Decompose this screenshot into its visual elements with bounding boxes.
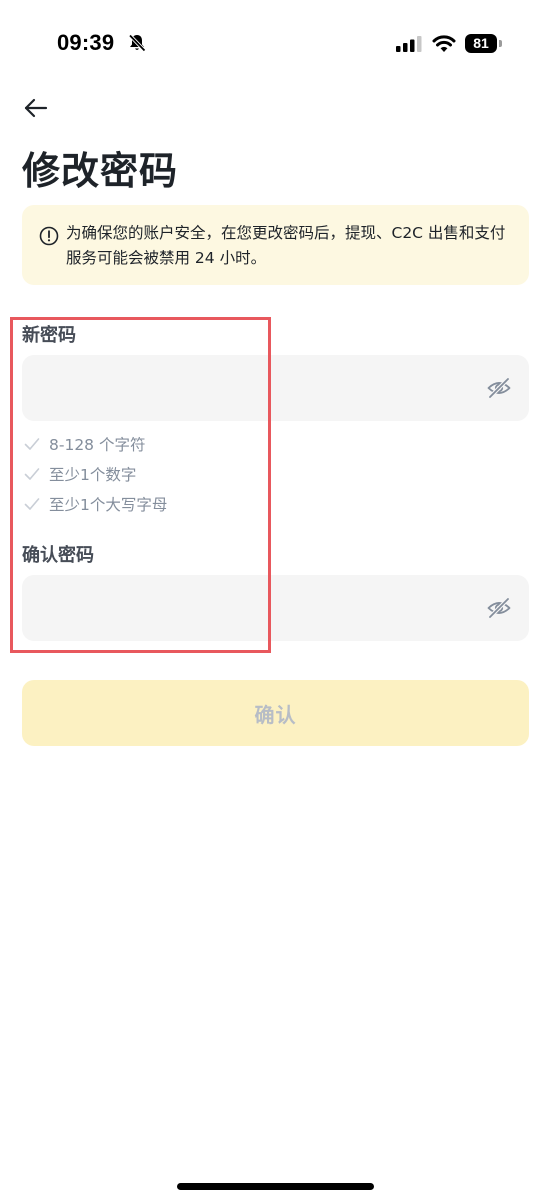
confirm-password-label: 确认密码 (22, 545, 94, 566)
rule-text: 至少1个数字 (49, 466, 137, 484)
page-title: 修改密码 (22, 149, 179, 193)
check-icon (24, 438, 40, 450)
rule-uppercase: 至少1个大写字母 (24, 492, 167, 516)
security-notice: 为确保您的账户安全，在您更改密码后，提现、C2C 出售和支付服务可能会被禁用 2… (22, 205, 529, 285)
notice-text: 为确保您的账户安全，在您更改密码后，提现、C2C 出售和支付服务可能会被禁用 2… (66, 224, 506, 267)
battery-level: 81 (465, 34, 497, 53)
arrow-left-icon[interactable] (22, 94, 50, 122)
confirm-password-input[interactable] (38, 575, 482, 643)
wifi-icon (432, 35, 456, 52)
rule-digit: 至少1个数字 (24, 462, 136, 486)
check-icon (24, 468, 40, 480)
rule-text: 至少1个大写字母 (49, 496, 168, 514)
signal-icon (396, 36, 422, 52)
battery-icon: 81 (465, 34, 503, 54)
confirm-button[interactable]: 确认 (22, 680, 529, 746)
new-password-label: 新密码 (22, 325, 76, 346)
rule-length: 8-128 个字符 (24, 432, 145, 456)
status-bar: 09:39 81 (0, 0, 551, 90)
bell-off-icon (128, 34, 146, 52)
rule-text: 8-128 个字符 (49, 436, 146, 454)
new-password-field[interactable] (22, 355, 529, 423)
eye-off-icon[interactable] (487, 597, 511, 619)
eye-off-icon[interactable] (487, 377, 511, 399)
new-password-input[interactable] (38, 355, 482, 423)
check-icon (24, 498, 40, 510)
confirm-password-field[interactable] (22, 575, 529, 643)
status-time: 09:39 (57, 30, 115, 55)
info-circle-icon (39, 226, 59, 246)
home-indicator (177, 1183, 374, 1190)
